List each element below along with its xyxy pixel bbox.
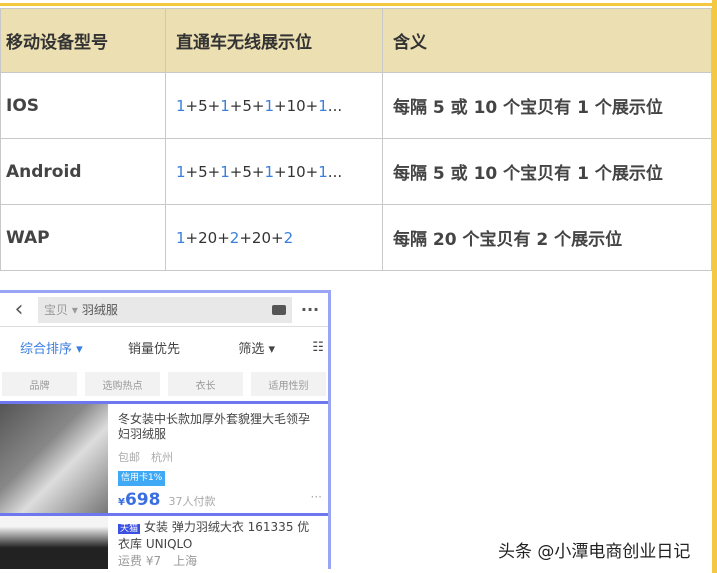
table-row: IOS 1+5+1+5+1+10+1... 每隔 5 或 10 个宝贝有 1 个… [0,72,712,139]
chip-length[interactable]: 衣长 [168,372,243,396]
interval: +5+ [229,96,265,115]
interval: +10+ [274,96,319,115]
display-position-table: 移动设备型号 直通车无线展示位 含义 IOS 1+5+1+5+1+10+1...… [0,8,712,271]
interval: +5+ [185,96,221,115]
product-title: 女装 弹力羽绒大衣 161335 优衣库 UNIQLO [118,520,310,551]
more-icon[interactable]: ··· [292,300,328,319]
chip-hotspot[interactable]: 选购热点 [85,372,160,396]
sort-bar: 综合排序 ▾ 销量优先 筛选 ▾ ☷ [0,327,328,367]
product-image [0,404,108,513]
sort-sales[interactable]: 销量优先 [103,338,206,357]
position-marker: 1 [176,228,186,247]
chip-brand[interactable]: 品牌 [2,372,77,396]
product-image [0,516,108,569]
product-price: ¥698 37人付款 [118,490,216,510]
sequence-cell: 1+5+1+5+1+10+1... [165,72,383,139]
header-meaning: 含义 [382,8,712,73]
header-device: 移动设备型号 [0,8,166,73]
search-bar: ‹ 宝贝 ▾ 羽绒服 ··· [0,293,328,327]
interval: +5+ [229,162,265,181]
meaning-cell: 每隔 5 或 10 个宝贝有 1 个展示位 [382,138,712,205]
meaning-cell: 每隔 20 个宝贝有 2 个展示位 [382,204,712,271]
table-row: WAP 1+20+2+20+2 每隔 20 个宝贝有 2 个展示位 [0,204,712,271]
sold-count: 37人付款 [168,495,216,508]
position-marker: 1 [264,162,275,181]
position-marker: 1 [318,162,328,181]
table-row: Android 1+5+1+5+1+10+1... 每隔 5 或 10 个宝贝有… [0,138,712,205]
position-marker: 1 [264,96,275,115]
device-cell: WAP [0,204,166,271]
interval: +20+ [239,228,284,247]
interval: ... [327,96,343,115]
table-header-row: 移动设备型号 直通车无线展示位 含义 [0,8,712,73]
device-cell: IOS [0,72,166,139]
camera-icon[interactable] [272,304,286,315]
position-marker: 1 [318,96,328,115]
filter-button[interactable]: 筛选 ▾ [205,338,308,357]
tmall-badge: 天猫 [118,524,141,534]
position-marker: 1 [220,96,230,115]
interval: +5+ [185,162,221,181]
position-marker: 2 [283,228,294,247]
sequence-cell: 1+20+2+20+2 [165,204,383,271]
sequence-cell: 1+5+1+5+1+10+1... [165,138,383,205]
interval: +10+ [274,162,319,181]
more-icon[interactable]: ··· [311,490,322,505]
phone-screenshot: ‹ 宝贝 ▾ 羽绒服 ··· 综合排序 ▾ 销量优先 筛选 ▾ ☷ 品牌 选购热… [0,290,331,569]
interval: ... [327,162,343,181]
top-border [0,0,717,6]
product-item[interactable]: 冬女装中长款加厚外套貌狸大毛领孕妇羽绒服 包邮 杭州 信用卡1% ¥698 37人… [0,401,328,513]
back-icon[interactable]: ‹ [0,297,38,322]
position-marker: 1 [220,162,230,181]
sort-comprehensive[interactable]: 综合排序 ▾ [0,338,103,357]
position-marker: 2 [229,228,240,247]
position-marker: 1 [176,162,186,181]
product-tag: 信用卡1% [118,471,166,486]
layout-toggle-icon[interactable]: ☷ [308,340,328,355]
position-marker: 1 [176,96,186,115]
product-title: 冬女装中长款加厚外套貌狸大毛领孕妇羽绒服 [118,412,311,441]
product-meta: 运费 ¥7 上海 [118,554,198,568]
search-query: 羽绒服 [81,303,118,317]
search-input[interactable]: 宝贝 ▾ 羽绒服 [38,296,292,323]
chip-gender[interactable]: 适用性别 [251,372,326,396]
meaning-cell: 每隔 5 或 10 个宝贝有 1 个展示位 [382,72,712,139]
interval: +20+ [185,228,230,247]
right-border [712,0,717,573]
search-scope[interactable]: 宝贝 ▾ [44,301,78,318]
product-item[interactable]: 天猫 女装 弹力羽绒大衣 161335 优衣库 UNIQLO 运费 ¥7 上海 [0,513,328,569]
watermark: 头条 @小潭电商创业日记 [498,542,691,562]
header-position: 直通车无线展示位 [165,8,383,73]
product-meta: 包邮 杭州 [118,451,173,464]
filter-chips: 品牌 选购热点 衣长 适用性别 [0,367,328,401]
device-cell: Android [0,138,166,205]
